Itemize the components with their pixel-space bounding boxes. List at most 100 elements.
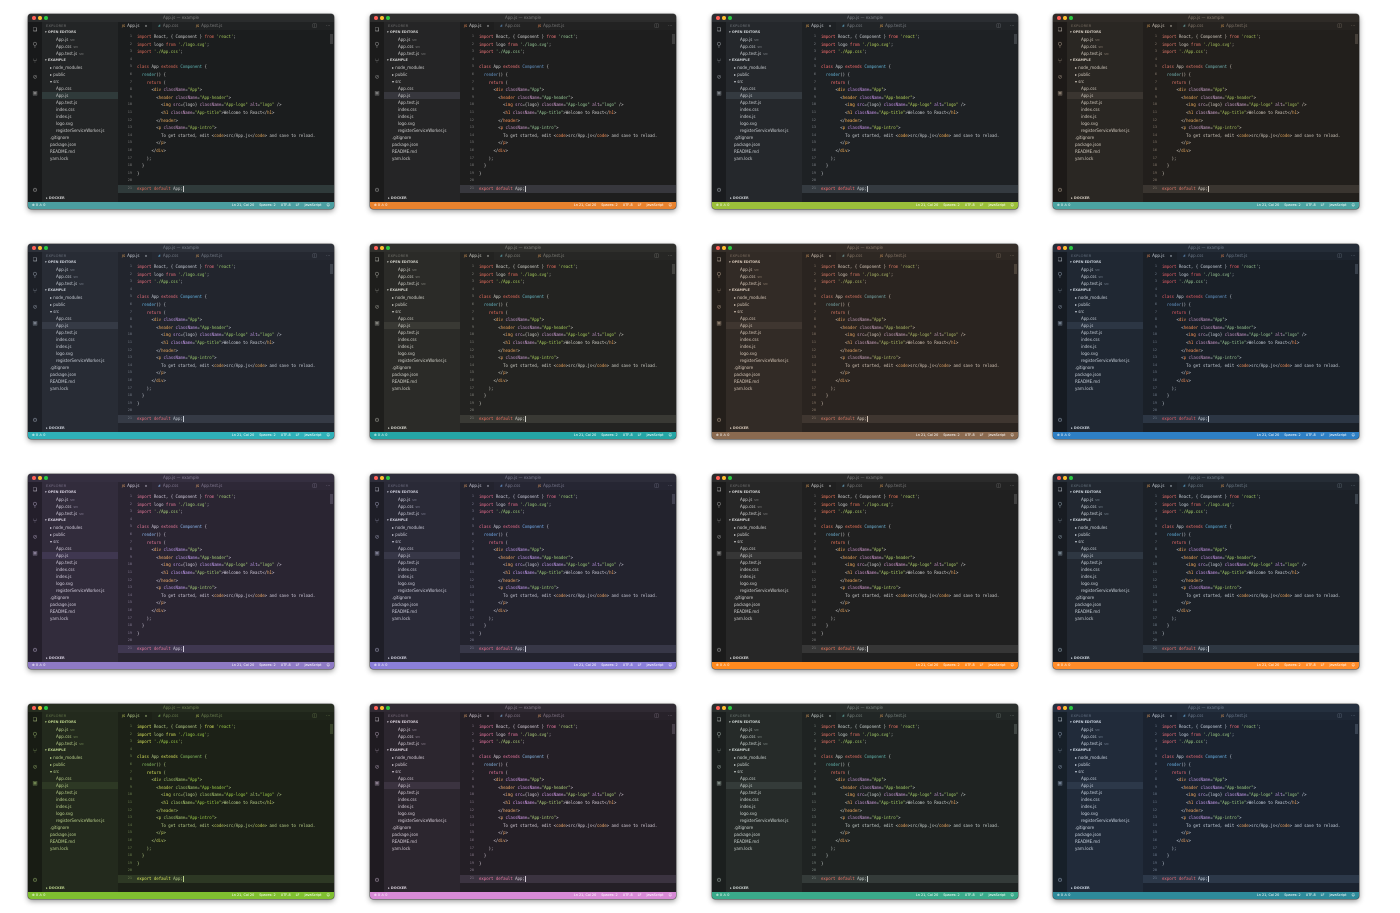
open-editor-item[interactable]: App.css src xyxy=(1067,273,1143,280)
extensions-icon[interactable]: ▣ xyxy=(31,779,39,787)
open-editors-section[interactable]: ▾ OPEN EDITORS xyxy=(726,719,802,726)
tree-item[interactable]: .gitignore xyxy=(42,134,118,141)
tree-item[interactable]: yarn.lock xyxy=(384,155,460,162)
tree-item[interactable]: package.json xyxy=(1067,601,1143,608)
status-item[interactable]: JavaScript xyxy=(646,893,663,897)
status-item[interactable]: Spaces: 2 xyxy=(259,433,275,437)
open-editor-item[interactable]: App.js src xyxy=(42,496,118,503)
tab-active-file[interactable]: JS App.js × xyxy=(1143,252,1177,260)
status-item[interactable]: ☺ xyxy=(668,893,672,897)
status-item[interactable]: Spaces: 2 xyxy=(943,663,959,667)
open-editor-item[interactable]: App.js src xyxy=(42,726,118,733)
split-editor-icon[interactable]: ◫ xyxy=(312,22,317,30)
tree-item[interactable]: .gitignore xyxy=(1067,824,1143,831)
status-item[interactable]: Ln 21, Col 20 xyxy=(232,433,254,437)
gear-icon[interactable]: ⚙ xyxy=(1056,186,1064,194)
tree-item[interactable]: README.md xyxy=(1067,608,1143,615)
tree-item[interactable]: yarn.lock xyxy=(1067,155,1143,162)
tree-item[interactable]: ▾ src xyxy=(384,538,460,545)
tree-item[interactable]: App.css xyxy=(42,775,118,782)
open-editors-section[interactable]: ▾ OPEN EDITORS xyxy=(726,29,802,36)
tree-item[interactable]: ▾ src xyxy=(1067,768,1143,775)
tree-item[interactable]: registerServiceWorker.js xyxy=(42,817,118,824)
tree-item[interactable]: ▸ public xyxy=(384,71,460,78)
tree-item[interactable]: registerServiceWorker.js xyxy=(384,357,460,364)
tree-item[interactable]: index.js xyxy=(726,343,802,350)
tree-item[interactable]: README.md xyxy=(1067,838,1143,845)
debug-icon[interactable]: ⊘ xyxy=(373,533,381,541)
gear-icon[interactable]: ⚙ xyxy=(715,416,723,424)
extensions-icon[interactable]: ▣ xyxy=(715,89,723,97)
search-icon[interactable]: ⚲ xyxy=(715,731,723,739)
problems-indicator[interactable]: ⊗ 0 ⚠ 0 xyxy=(32,662,45,669)
gear-icon[interactable]: ⚙ xyxy=(715,646,723,654)
status-item[interactable]: Ln 21, Col 20 xyxy=(232,203,254,207)
problems-indicator[interactable]: ⊗ 0 ⚠ 0 xyxy=(32,892,45,899)
status-item[interactable]: Spaces: 2 xyxy=(259,663,275,667)
close-window-button[interactable] xyxy=(374,476,378,480)
tree-item[interactable]: registerServiceWorker.js xyxy=(1067,127,1143,134)
status-item[interactable]: Spaces: 2 xyxy=(1284,893,1300,897)
tree-item[interactable]: App.js xyxy=(726,782,802,789)
tree-item[interactable]: .gitignore xyxy=(1067,594,1143,601)
tree-item[interactable]: package.json xyxy=(384,371,460,378)
extensions-icon[interactable]: ▣ xyxy=(373,549,381,557)
tab-active-file[interactable]: JS App.js × xyxy=(460,252,494,260)
minimize-window-button[interactable] xyxy=(1063,16,1067,20)
debug-icon[interactable]: ⊘ xyxy=(1056,303,1064,311)
tree-item[interactable]: ▾ src xyxy=(42,78,118,85)
tree-item[interactable]: README.md xyxy=(42,838,118,845)
minimize-window-button[interactable] xyxy=(380,246,384,250)
tree-item[interactable]: yarn.lock xyxy=(42,155,118,162)
more-actions-icon[interactable]: ··· xyxy=(1351,712,1355,720)
tree-item[interactable]: logo.svg xyxy=(1067,120,1143,127)
status-item[interactable]: UTF-8 xyxy=(281,203,291,207)
tree-item[interactable]: registerServiceWorker.js xyxy=(42,127,118,134)
tree-item[interactable]: package.json xyxy=(1067,371,1143,378)
source-control-icon[interactable]: ⑂ xyxy=(373,287,381,295)
status-item[interactable]: Ln 21, Col 20 xyxy=(1257,203,1279,207)
tree-item[interactable]: App.test.js xyxy=(384,329,460,336)
debug-icon[interactable]: ⊘ xyxy=(1056,73,1064,81)
extensions-icon[interactable]: ▣ xyxy=(31,319,39,327)
tree-item[interactable]: App.css xyxy=(384,545,460,552)
close-icon[interactable]: × xyxy=(1169,714,1172,718)
project-section[interactable]: ▾ EXAMPLE xyxy=(1067,517,1143,524)
minimize-window-button[interactable] xyxy=(38,706,42,710)
open-editors-section[interactable]: ▾ OPEN EDITORS xyxy=(726,489,802,496)
more-actions-icon[interactable]: ··· xyxy=(668,22,672,30)
open-editor-item[interactable]: App.css src xyxy=(384,43,460,50)
debug-icon[interactable]: ⊘ xyxy=(373,73,381,81)
status-item[interactable]: ☺ xyxy=(1010,893,1014,897)
tab-file[interactable]: # App.css xyxy=(838,22,879,30)
tree-item[interactable]: ▸ node_modules xyxy=(1067,524,1143,531)
tree-item[interactable]: logo.svg xyxy=(384,580,460,587)
open-editor-item[interactable]: App.css src xyxy=(384,503,460,510)
open-editors-section[interactable]: ▾ OPEN EDITORS xyxy=(1067,489,1143,496)
close-window-button[interactable] xyxy=(1057,476,1061,480)
tree-item[interactable]: App.js xyxy=(42,552,118,559)
project-section[interactable]: ▾ EXAMPLE xyxy=(726,517,802,524)
open-editor-item[interactable]: App.js src xyxy=(1067,36,1143,43)
tree-item[interactable]: README.md xyxy=(1067,148,1143,155)
gear-icon[interactable]: ⚙ xyxy=(31,646,39,654)
open-editor-item[interactable]: App.js src xyxy=(384,726,460,733)
tab-active-file[interactable]: JS App.js × xyxy=(118,712,152,720)
open-editors-section[interactable]: ▾ OPEN EDITORS xyxy=(384,489,460,496)
tree-item[interactable]: ▸ node_modules xyxy=(384,754,460,761)
docker-section[interactable]: ▸ DOCKER xyxy=(726,195,802,202)
close-window-button[interactable] xyxy=(716,706,720,710)
open-editor-item[interactable]: App.test.js src xyxy=(42,50,118,57)
open-editors-section[interactable]: ▾ OPEN EDITORS xyxy=(1067,29,1143,36)
tree-item[interactable]: App.css xyxy=(1067,775,1143,782)
tab-active-file[interactable]: JS App.js × xyxy=(1143,22,1177,30)
search-icon[interactable]: ⚲ xyxy=(373,271,381,279)
extensions-icon[interactable]: ▣ xyxy=(1056,549,1064,557)
tree-item[interactable]: App.js xyxy=(42,322,118,329)
tree-item[interactable]: registerServiceWorker.js xyxy=(1067,357,1143,364)
open-editor-item[interactable]: App.js src xyxy=(384,496,460,503)
tree-item[interactable]: index.css xyxy=(42,796,118,803)
search-icon[interactable]: ⚲ xyxy=(373,501,381,509)
status-item[interactable]: LF xyxy=(296,893,300,897)
status-item[interactable]: UTF-8 xyxy=(623,433,633,437)
